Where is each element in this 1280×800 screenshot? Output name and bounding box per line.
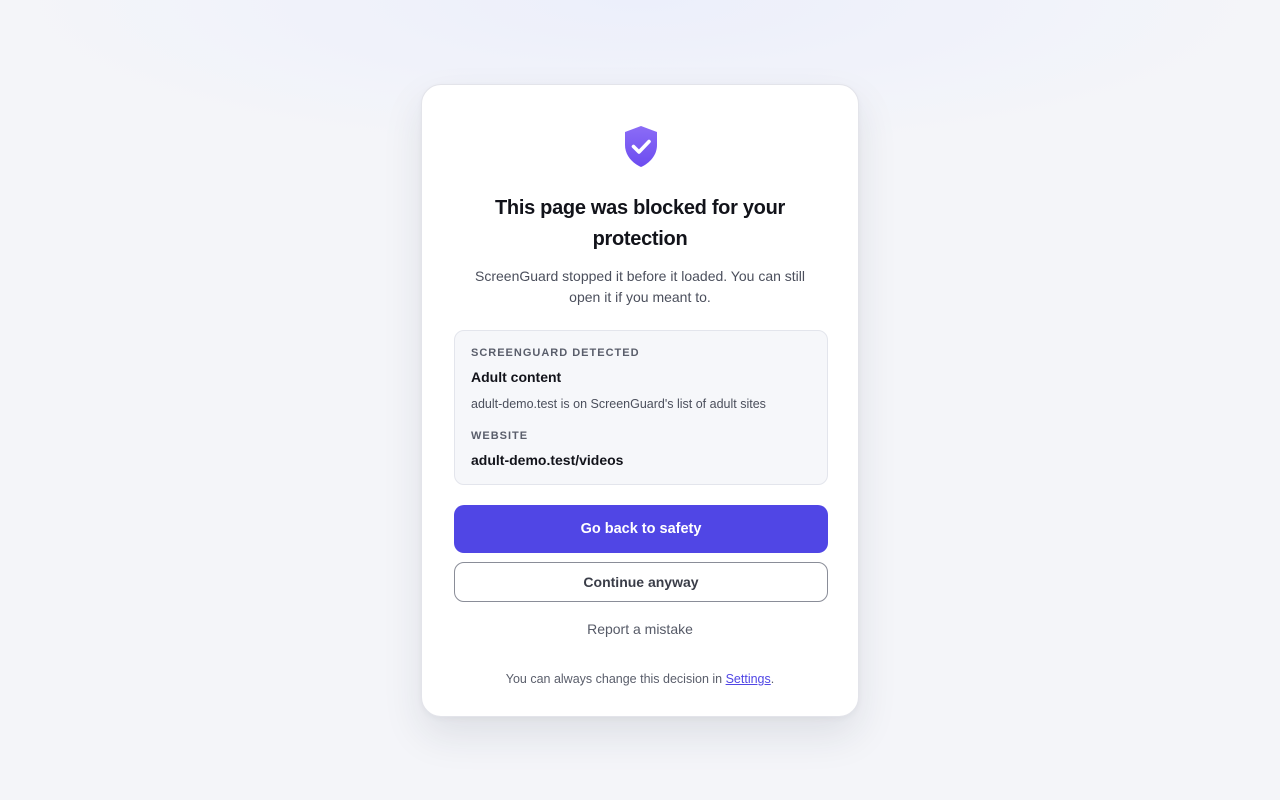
footer-text: You can always change this decision in (505, 672, 726, 686)
continue-anyway-button[interactable]: Continue anyway (454, 562, 828, 602)
settings-link[interactable]: Settings (726, 672, 771, 686)
page-title: This page was blocked for your protectio… (495, 197, 785, 250)
detected-label: SCREENGUARD DETECTED (471, 347, 640, 359)
go-back-button[interactable]: Go back to safety (454, 505, 828, 553)
website-label: WEBSITE (471, 430, 529, 442)
footer-text-end: . (770, 672, 775, 686)
website-url: adult-demo.test/videos (471, 452, 624, 468)
blocked-page-card: This page was blocked for your protectio… (421, 84, 859, 717)
detected-reason: adult-demo.test is on ScreenGuard's list… (471, 397, 766, 411)
page-subtitle: ScreenGuard stopped it before it loaded.… (475, 268, 805, 305)
report-mistake-row: Report a mistake (422, 621, 858, 637)
report-mistake-link[interactable]: Report a mistake (587, 621, 693, 637)
detection-info-box: SCREENGUARD DETECTED Adult content adult… (454, 330, 828, 485)
shield-check-icon (625, 126, 657, 167)
detected-category: Adult content (471, 369, 562, 385)
footer-note: You can always change this decision in S… (422, 672, 858, 686)
